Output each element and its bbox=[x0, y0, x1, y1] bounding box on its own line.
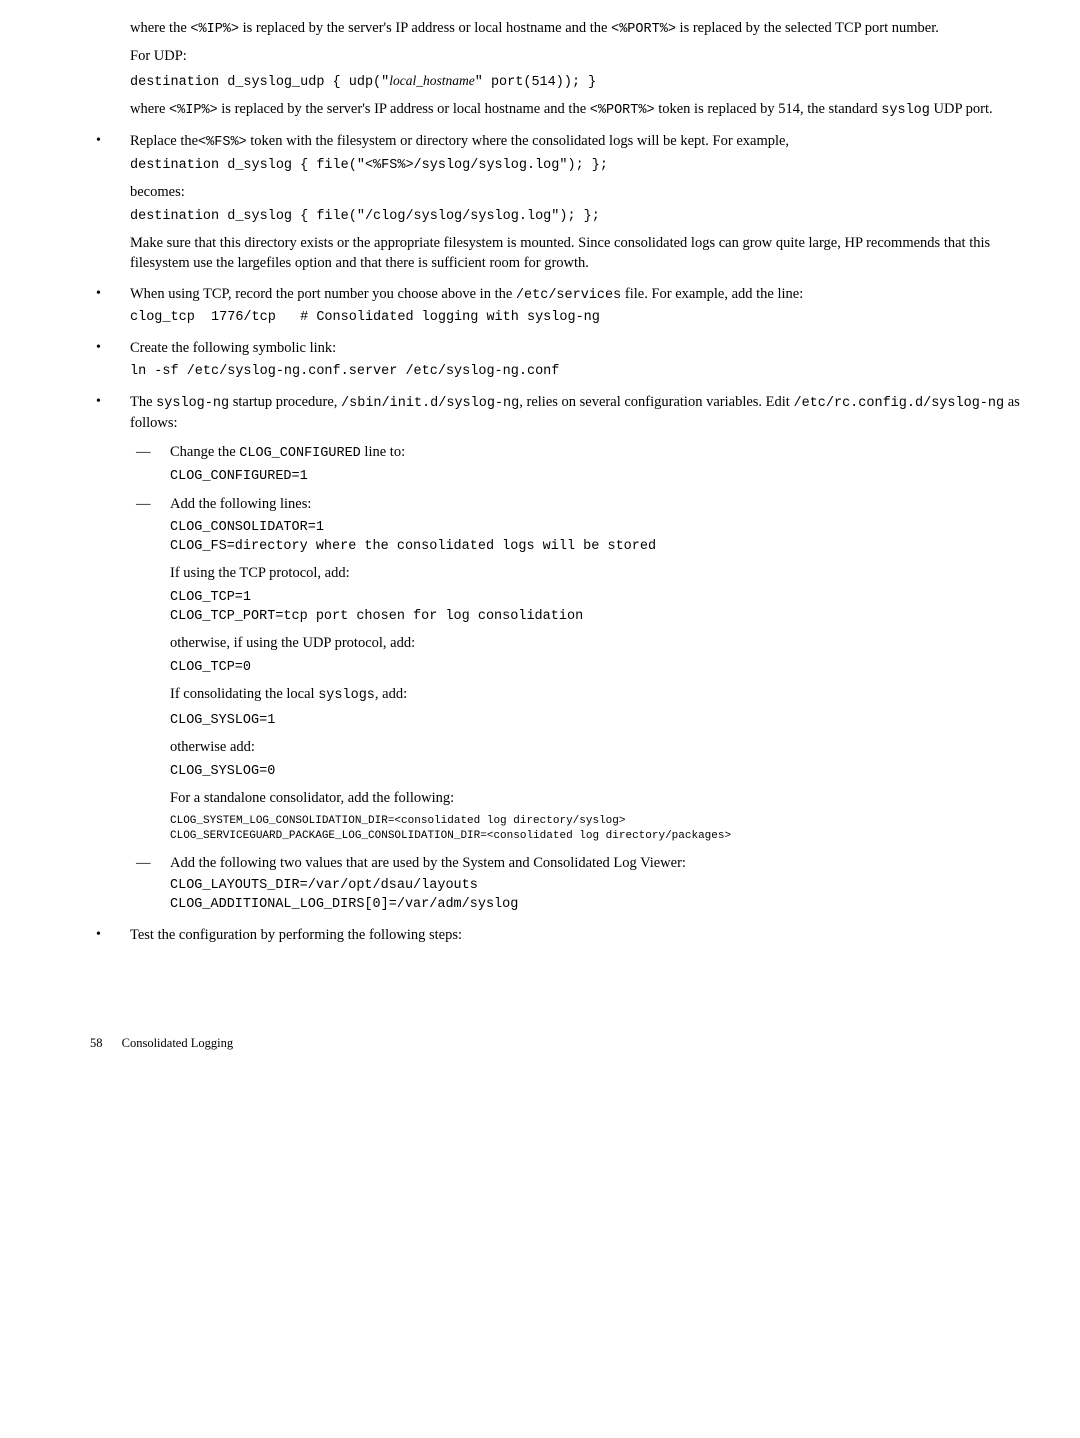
bullet-test-config: Test the configuration by performing the… bbox=[90, 925, 1020, 945]
text: Replace the bbox=[130, 133, 198, 149]
code-clog-tcp: clog_tcp 1776/tcp # Consolidated logging… bbox=[130, 309, 1020, 328]
section-title: Consolidated Logging bbox=[122, 1036, 233, 1050]
text: Test the configuration by performing the… bbox=[130, 925, 1020, 945]
local-hostname: local_hostname bbox=[389, 73, 475, 88]
main-bullets: Replace the<%FS%> token with the filesys… bbox=[90, 131, 1020, 945]
text: token with the filesystem or directory w… bbox=[247, 133, 789, 149]
text: where bbox=[130, 101, 169, 117]
code-clog-tcp0: CLOG_TCP=0 bbox=[170, 659, 1020, 678]
text: file. For example, add the line: bbox=[621, 286, 803, 302]
top-continuation: where the <%IP%> is replaced by the serv… bbox=[130, 18, 1020, 121]
where-ip: where the <%IP%> is replaced by the serv… bbox=[130, 18, 1020, 40]
text: is replaced by the server's IP address o… bbox=[218, 101, 590, 117]
syslog-ng-token: syslog-ng bbox=[156, 396, 229, 411]
page-number: 58 bbox=[90, 1035, 103, 1053]
code-destination-fs: destination d_syslog { file("<%FS%>/sysl… bbox=[130, 157, 1020, 176]
text: When using TCP, record the port number y… bbox=[130, 284, 1020, 306]
code-consolidator-fs: CLOG_CONSOLIDATOR=1 CLOG_FS=directory wh… bbox=[170, 519, 1020, 557]
code-destination-clog: destination d_syslog { file("/clog/syslo… bbox=[130, 208, 1020, 227]
text: Add the following two values that are us… bbox=[170, 853, 1020, 873]
udp-label: otherwise, if using the UDP protocol, ad… bbox=[170, 633, 1020, 653]
text: , relies on several configuration variab… bbox=[519, 394, 793, 410]
syslog-token: syslog bbox=[881, 103, 930, 118]
bullet-create-symlink: Create the following symbolic link: ln -… bbox=[90, 338, 1020, 381]
text: is replaced by the selected TCP port num… bbox=[676, 20, 939, 36]
text: Create the following symbolic link: bbox=[130, 338, 1020, 358]
page-footer: 58 Consolidated Logging bbox=[90, 1035, 1020, 1053]
syslogs-token: syslogs bbox=[318, 688, 375, 703]
text: line to: bbox=[361, 444, 405, 460]
make-sure-para: Make sure that this directory exists or … bbox=[130, 233, 1020, 274]
code-part: " port(514)); } bbox=[475, 75, 597, 90]
text: The syslog-ng startup procedure, /sbin/i… bbox=[130, 392, 1020, 434]
rc-path: /etc/rc.config.d/syslog-ng bbox=[793, 396, 1004, 411]
code-part: destination d_syslog_udp { udp(" bbox=[130, 75, 389, 90]
text: startup procedure, bbox=[229, 394, 341, 410]
code-clog-syslog1: CLOG_SYSLOG=1 bbox=[170, 712, 1020, 731]
ip-token: <%IP%> bbox=[190, 22, 239, 37]
text: Change the CLOG_CONFIGURED line to: bbox=[170, 442, 1020, 464]
udp-code: destination d_syslog_udp { udp("local_ho… bbox=[130, 72, 1020, 93]
for-udp-label: For UDP: bbox=[130, 46, 1020, 66]
port-token: <%PORT%> bbox=[590, 103, 655, 118]
bullet-replace-fs: Replace the<%FS%> token with the filesys… bbox=[90, 131, 1020, 274]
text: is replaced by the server's IP address o… bbox=[239, 20, 611, 36]
code-clog-tcp-port: CLOG_TCP=1 CLOG_TCP_PORT=tcp port chosen… bbox=[170, 589, 1020, 627]
code-consolidation-dirs: CLOG_SYSTEM_LOG_CONSOLIDATION_DIR=<conso… bbox=[170, 814, 1020, 845]
standalone-label: For a standalone consolidator, add the f… bbox=[170, 788, 1020, 808]
text: , add: bbox=[375, 686, 407, 702]
code-clog-syslog0: CLOG_SYSLOG=0 bbox=[170, 763, 1020, 782]
text: If consolidating the local bbox=[170, 686, 318, 702]
text: When using TCP, record the port number y… bbox=[130, 286, 516, 302]
code-ln-sf: ln -sf /etc/syslog-ng.conf.server /etc/s… bbox=[130, 363, 1020, 382]
text: token is replaced by 514, the standard bbox=[655, 101, 882, 117]
bullet-tcp-record: When using TCP, record the port number y… bbox=[90, 284, 1020, 329]
text: where the bbox=[130, 20, 190, 36]
becomes-label: becomes: bbox=[130, 182, 1020, 202]
text: The bbox=[130, 394, 156, 410]
fs-token: <%FS%> bbox=[198, 135, 247, 150]
dash-add-two-values: Add the following two values that are us… bbox=[130, 853, 1020, 915]
text: Replace the<%FS%> token with the filesys… bbox=[130, 131, 1020, 153]
ip-token: <%IP%> bbox=[169, 103, 218, 118]
port-token: <%PORT%> bbox=[611, 22, 676, 37]
etc-services: /etc/services bbox=[516, 288, 621, 303]
where-ip-udp: where <%IP%> is replaced by the server's… bbox=[130, 99, 1020, 121]
bullet-syslog-ng-startup: The syslog-ng startup procedure, /sbin/i… bbox=[90, 392, 1020, 915]
text: Add the following lines: bbox=[170, 494, 1020, 514]
dash-add-lines: Add the following lines: CLOG_CONSOLIDAT… bbox=[130, 494, 1020, 844]
code-clog-configured: CLOG_CONFIGURED=1 bbox=[170, 468, 1020, 487]
dash-change-clog-configured: Change the CLOG_CONFIGURED line to: CLOG… bbox=[130, 442, 1020, 487]
dashed-list: Change the CLOG_CONFIGURED line to: CLOG… bbox=[130, 442, 1020, 915]
otherwise-label: otherwise add: bbox=[170, 737, 1020, 757]
consolidating-label: If consolidating the local syslogs, add: bbox=[170, 684, 1020, 706]
init-path: /sbin/init.d/syslog-ng bbox=[341, 396, 519, 411]
code-layouts-dirs: CLOG_LAYOUTS_DIR=/var/opt/dsau/layouts C… bbox=[170, 877, 1020, 915]
text: Change the bbox=[170, 444, 239, 460]
clog-configured-token: CLOG_CONFIGURED bbox=[239, 446, 361, 461]
text: UDP port. bbox=[930, 101, 993, 117]
tcp-label: If using the TCP protocol, add: bbox=[170, 563, 1020, 583]
